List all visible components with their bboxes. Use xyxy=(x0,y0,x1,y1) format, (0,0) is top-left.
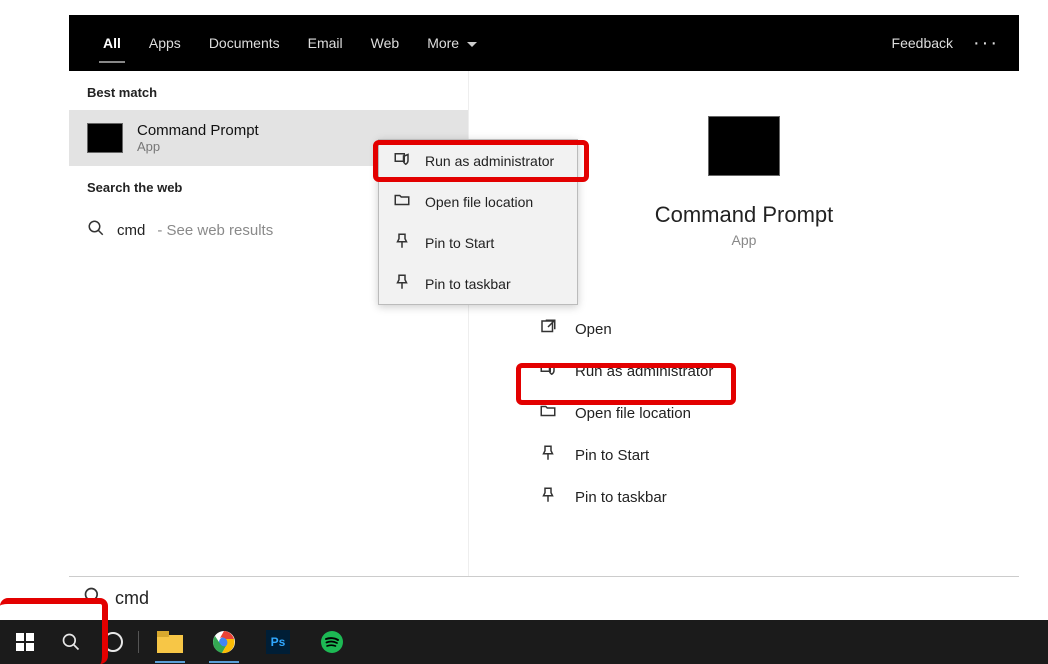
feedback-link[interactable]: Feedback xyxy=(892,35,953,51)
command-prompt-thumbnail-icon xyxy=(87,123,123,153)
pin-start-icon xyxy=(539,444,557,466)
result-subtitle: App xyxy=(137,139,259,154)
action-label: Open file location xyxy=(575,405,691,422)
detail-thumbnail-icon xyxy=(708,116,780,176)
taskbar-search-button[interactable] xyxy=(50,624,92,660)
tab-web[interactable]: Web xyxy=(357,25,414,61)
cortana-button[interactable] xyxy=(92,624,134,660)
result-title: Command Prompt xyxy=(137,122,259,139)
tab-documents[interactable]: Documents xyxy=(195,25,294,61)
cortana-icon xyxy=(103,632,123,652)
search-icon xyxy=(87,219,105,241)
detail-actions-list: Open Run as administrator Open file loca… xyxy=(469,288,1019,518)
best-match-header: Best match xyxy=(69,71,468,110)
action-label: Run as administrator xyxy=(575,363,713,380)
detail-title: Command Prompt xyxy=(655,202,834,228)
taskbar-app-chrome[interactable] xyxy=(203,624,245,660)
search-filter-tabs: All Apps Documents Email Web More Feedba… xyxy=(69,15,1019,71)
tab-more-label: More xyxy=(427,35,459,51)
context-menu: Run as administrator Open file location … xyxy=(378,139,578,305)
action-label: Open xyxy=(575,321,612,338)
ctx-pin-to-start[interactable]: Pin to Start xyxy=(379,222,577,263)
taskbar-divider xyxy=(138,631,139,653)
folder-open-icon xyxy=(539,402,557,424)
ctx-label: Pin to taskbar xyxy=(425,276,511,292)
taskbar-app-spotify[interactable] xyxy=(311,624,353,660)
shield-admin-icon xyxy=(393,150,411,171)
web-query-text: cmd xyxy=(117,222,145,239)
open-icon xyxy=(539,318,557,340)
pin-start-icon xyxy=(393,232,411,253)
ctx-open-file-location[interactable]: Open file location xyxy=(379,181,577,222)
pin-taskbar-icon xyxy=(393,273,411,294)
folder-open-icon xyxy=(393,191,411,212)
action-pin-to-taskbar[interactable]: Pin to taskbar xyxy=(539,476,1019,518)
shield-admin-icon xyxy=(539,360,557,382)
tab-apps[interactable]: Apps xyxy=(135,25,195,61)
action-label: Pin to Start xyxy=(575,447,649,464)
web-hint-text: - See web results xyxy=(157,222,273,239)
action-open-file-location[interactable]: Open file location xyxy=(539,392,1019,434)
start-button[interactable] xyxy=(0,620,50,664)
action-label: Pin to taskbar xyxy=(575,489,667,506)
search-bar xyxy=(69,576,1019,620)
taskbar: Ps xyxy=(0,620,1048,664)
tab-all[interactable]: All xyxy=(89,25,135,61)
detail-subtitle: App xyxy=(732,232,757,248)
svg-text:Ps: Ps xyxy=(271,635,286,649)
action-open[interactable]: Open xyxy=(539,308,1019,350)
taskbar-app-file-explorer[interactable] xyxy=(149,624,191,660)
tab-more[interactable]: More xyxy=(413,25,491,61)
more-options-icon[interactable]: ··· xyxy=(973,32,999,55)
ctx-label: Open file location xyxy=(425,194,533,210)
pin-taskbar-icon xyxy=(539,486,557,508)
ctx-run-as-administrator[interactable]: Run as administrator xyxy=(379,140,577,181)
chevron-down-icon xyxy=(467,35,477,51)
search-icon xyxy=(83,586,103,611)
tab-email[interactable]: Email xyxy=(294,25,357,61)
taskbar-app-photoshop[interactable]: Ps xyxy=(257,624,299,660)
ctx-pin-to-taskbar[interactable]: Pin to taskbar xyxy=(379,263,577,304)
search-input[interactable] xyxy=(115,588,1005,609)
action-pin-to-start[interactable]: Pin to Start xyxy=(539,434,1019,476)
ctx-label: Pin to Start xyxy=(425,235,494,251)
action-run-as-administrator[interactable]: Run as administrator xyxy=(539,350,1019,392)
ctx-label: Run as administrator xyxy=(425,153,554,169)
